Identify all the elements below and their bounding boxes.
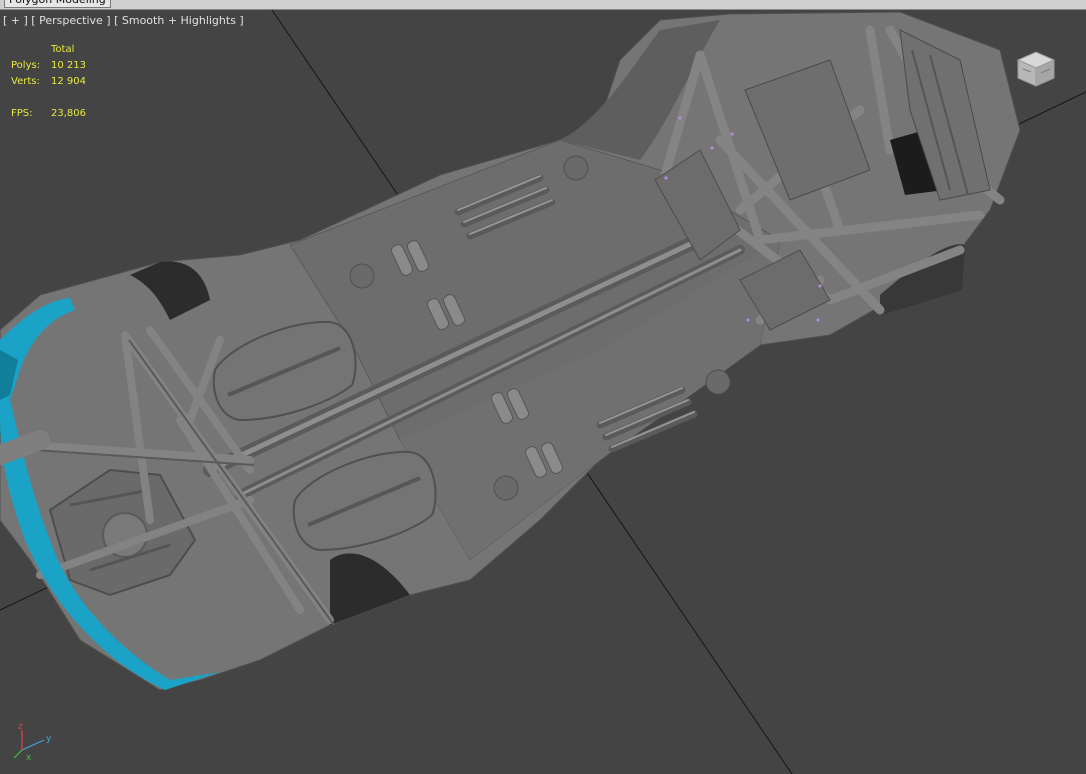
stats-fps-label: FPS: xyxy=(11,108,33,119)
nose-tube xyxy=(0,430,50,465)
stats-verts-value: 12 904 xyxy=(51,76,86,87)
ribbon-bar: Polygon Modeling xyxy=(0,0,1086,10)
stats-verts-label: Verts: xyxy=(11,76,40,87)
viewport-menu-view[interactable]: [ Perspective ] xyxy=(31,14,110,27)
viewport-perspective[interactable]: Polygon Modeling xyxy=(0,0,1086,774)
viewport-menu-shading[interactable]: [ Smooth + Highlights ] xyxy=(114,14,244,27)
gizmo-x-label: x xyxy=(26,753,32,763)
gizmo-z-label: z xyxy=(18,722,23,732)
car-underbody-mesh[interactable] xyxy=(0,0,1086,774)
tab-polygon-modeling[interactable]: Polygon Modeling xyxy=(4,0,111,8)
axis-gizmo-icon: y z x xyxy=(13,722,52,763)
stats-polys-value: 10 213 xyxy=(51,60,86,71)
stats-header: Total xyxy=(51,44,75,55)
viewport-label: [ + ] [ Perspective ] [ Smooth + Highlig… xyxy=(3,14,244,27)
viewport-menu-plus[interactable]: [ + ] xyxy=(3,14,28,27)
gizmo-y-label: y xyxy=(46,734,52,744)
viewcube-icon[interactable] xyxy=(1014,42,1060,88)
stats-polys-label: Polys: xyxy=(11,60,41,71)
stats-fps-value: 23,806 xyxy=(51,108,86,119)
